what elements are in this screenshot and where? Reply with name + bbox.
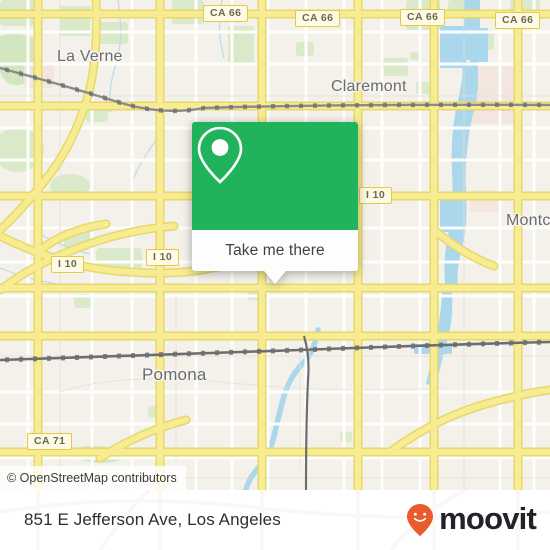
highway-shield-ca66-4: CA 66 [495,12,541,29]
map-pin-icon [197,126,243,184]
osm-attribution-text: © OpenStreetMap contributors [7,471,177,485]
highway-shield-ca66-3: CA 66 [400,9,446,26]
map-screenshot: La Verne Claremont Montc Pomona CA 66 CA… [0,0,550,550]
moovit-logo[interactable]: moovit [405,490,537,550]
highway-shield-ca66-1: CA 66 [203,5,249,22]
highway-shield-i10-1: I 10 [51,256,85,273]
address-label: 851 E Jefferson Ave, Los Angeles [24,510,281,529]
moovit-smiley-pin-icon [407,504,434,536]
moovit-wordmark: moovit [439,501,537,536]
footer-bar: 851 E Jefferson Ave, Los Angeles moovit [0,490,550,550]
osm-attribution[interactable]: © OpenStreetMap contributors [0,466,186,490]
popup-tail [264,271,286,284]
take-me-there-label: Take me there [225,241,325,259]
map-canvas[interactable]: La Verne Claremont Montc Pomona CA 66 CA… [0,0,550,490]
highway-shield-i10-2: I 10 [146,249,180,266]
highway-shield-i10-3: I 10 [359,187,393,204]
highway-shield-ca66-2: CA 66 [295,10,341,27]
popup-action-row[interactable]: Take me there [192,230,358,271]
popup-pin-panel [192,122,358,230]
location-popup-card[interactable]: Take me there [192,122,358,284]
highway-shield-ca71: CA 71 [27,433,73,450]
